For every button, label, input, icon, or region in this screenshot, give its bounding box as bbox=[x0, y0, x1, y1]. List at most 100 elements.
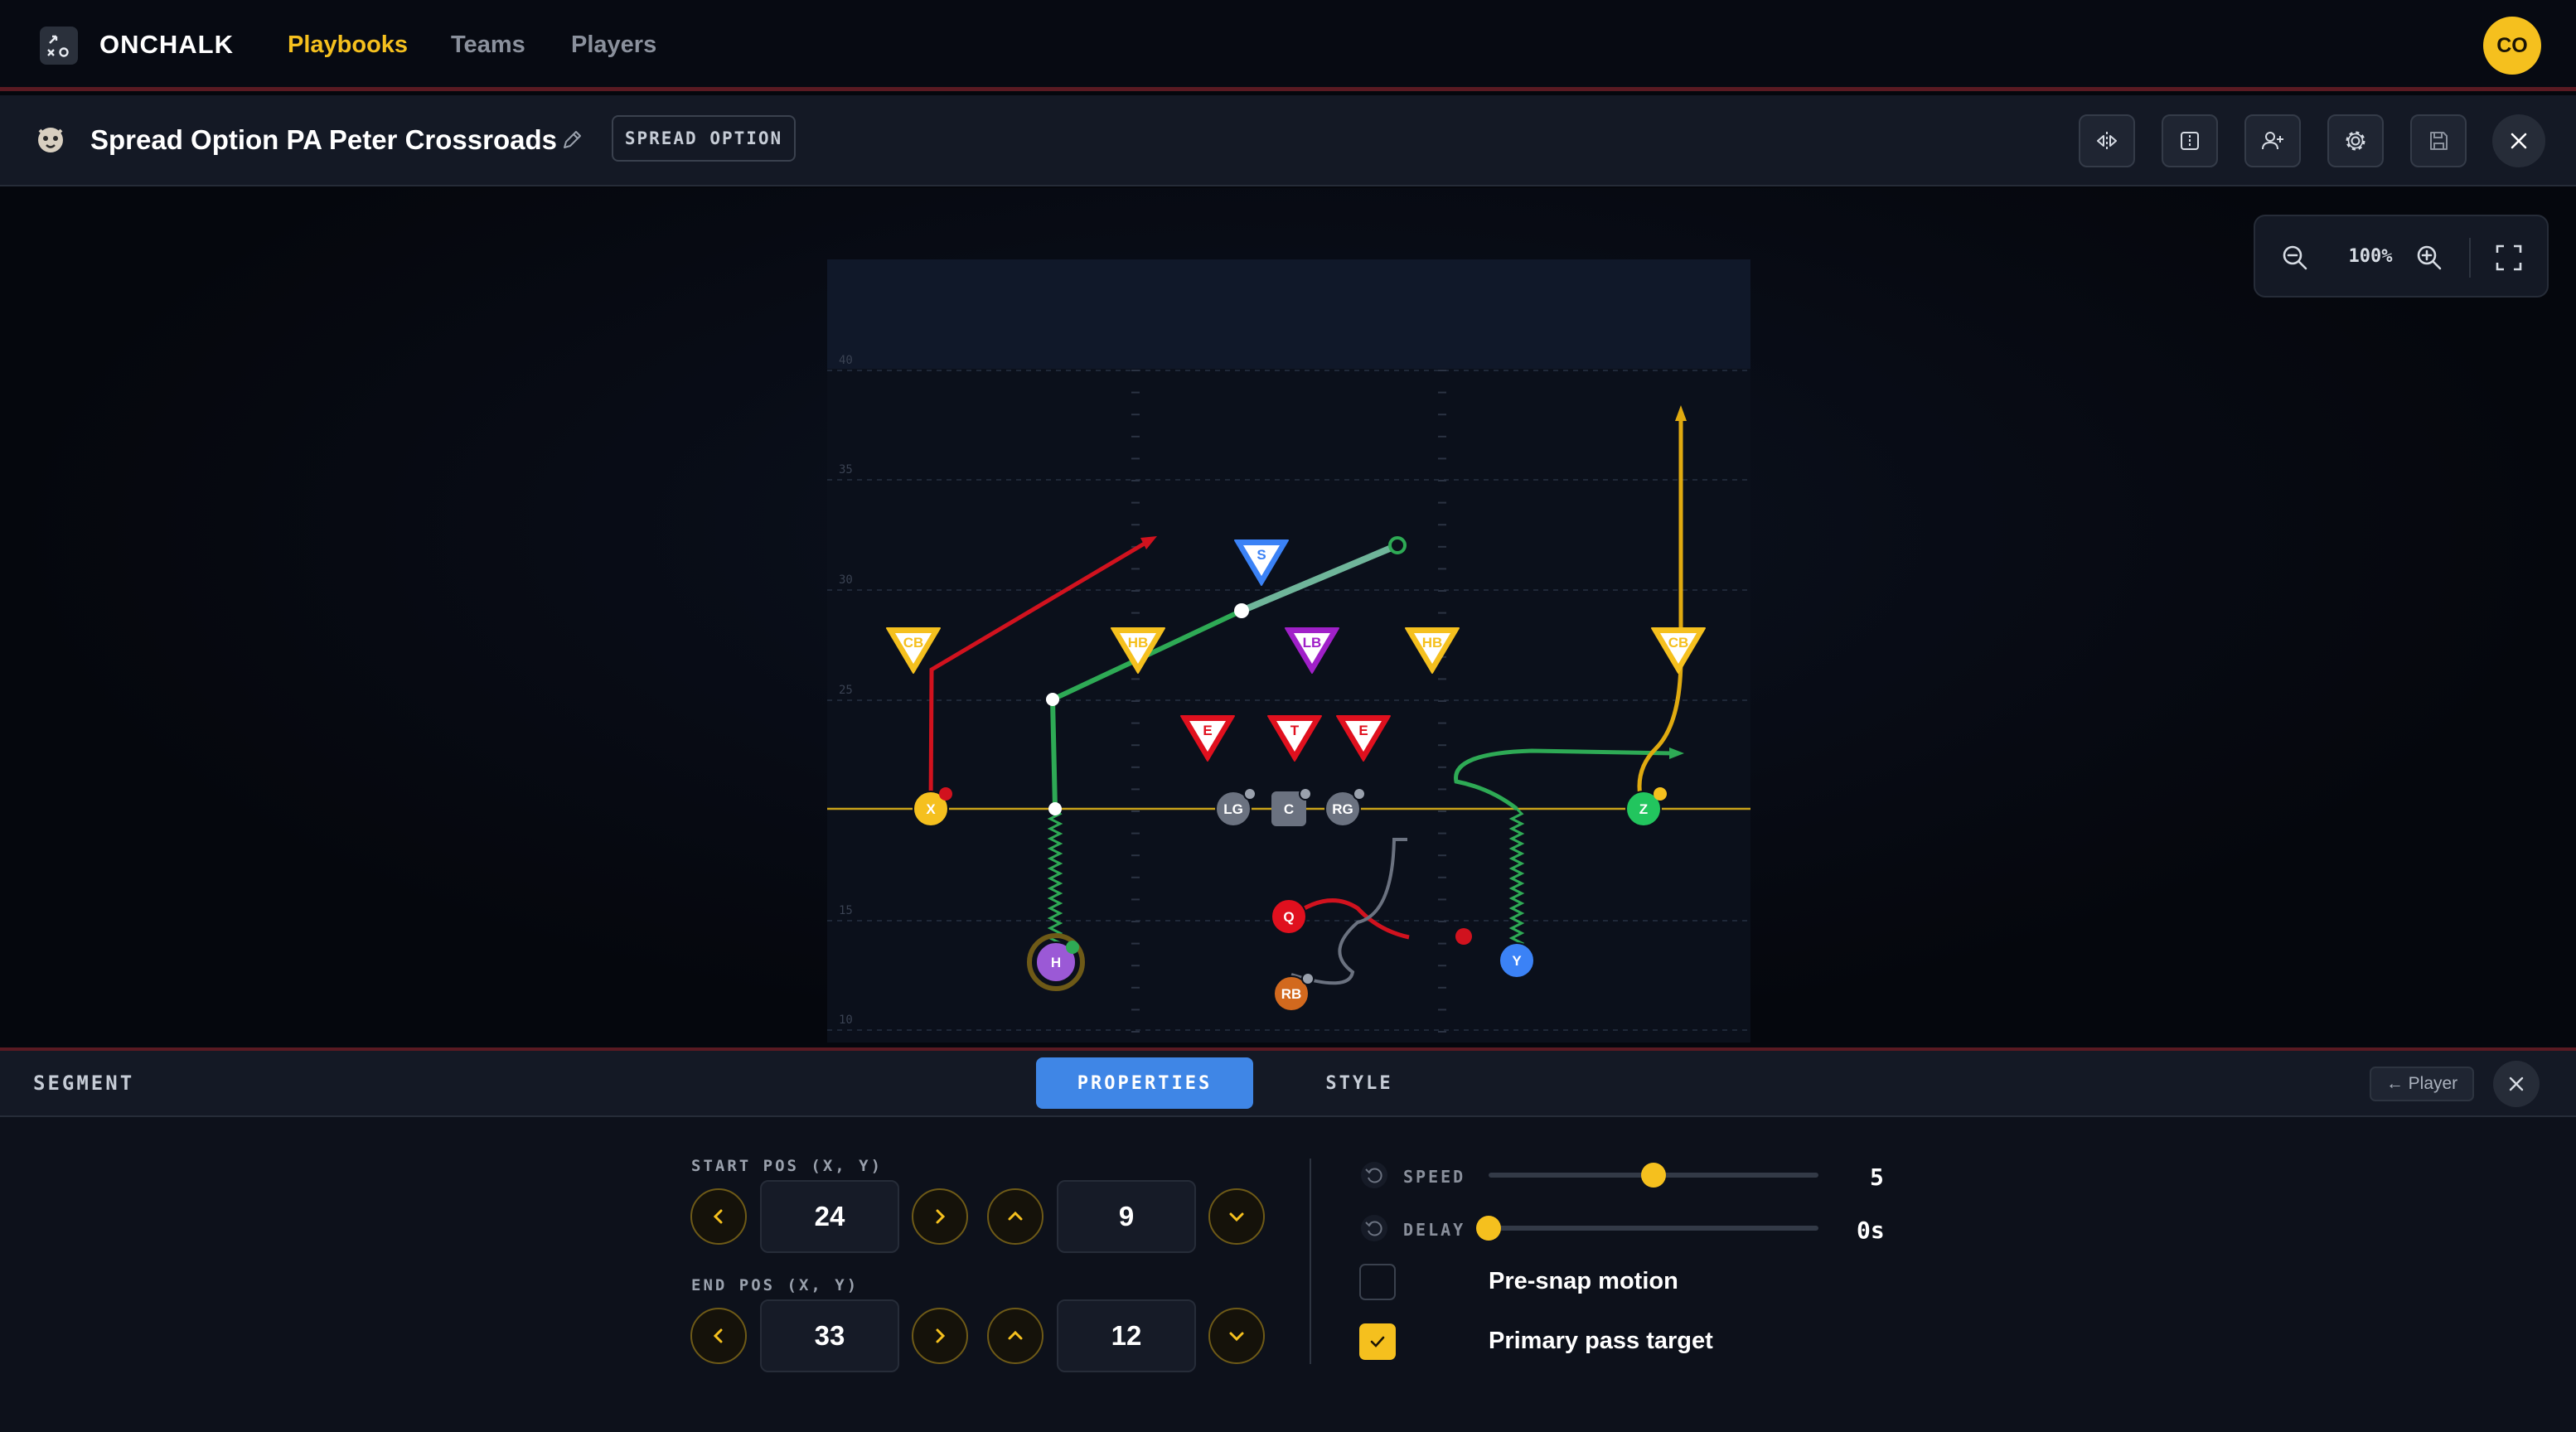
team-logo-icon bbox=[38, 128, 63, 152]
svg-text:E: E bbox=[1203, 723, 1212, 738]
end-x-decrement[interactable] bbox=[690, 1308, 747, 1364]
chevron-up-icon bbox=[1008, 1211, 1023, 1221]
yard-line-label: 35 bbox=[839, 463, 853, 477]
svg-text:E: E bbox=[1358, 723, 1368, 738]
end-y-decrement[interactable] bbox=[1208, 1308, 1265, 1364]
nav-playbooks[interactable]: Playbooks bbox=[288, 31, 408, 59]
formation-badge: SPREAD OPTION bbox=[612, 115, 796, 162]
block-badge bbox=[1243, 787, 1257, 801]
speed-value: 5 bbox=[1870, 1164, 1884, 1191]
svg-text:X: X bbox=[926, 801, 936, 817]
delay-value: 0s bbox=[1857, 1217, 1885, 1244]
end-x-increment[interactable] bbox=[912, 1308, 968, 1364]
delay-slider-thumb[interactable] bbox=[1476, 1216, 1501, 1241]
chevron-left-icon bbox=[713, 1328, 723, 1343]
tab-properties[interactable]: PROPERTIES bbox=[1036, 1057, 1253, 1109]
settings-button[interactable] bbox=[2327, 114, 2384, 167]
tab-style[interactable]: STYLE bbox=[1293, 1057, 1426, 1109]
fullscreen-icon[interactable] bbox=[2492, 241, 2525, 274]
yard-line-label: 10 bbox=[839, 1014, 853, 1027]
pre-snap-motion-label: Pre-snap motion bbox=[1489, 1268, 1678, 1294]
back-to-player-button[interactable]: ← Player bbox=[2370, 1067, 2474, 1101]
svg-text:LB: LB bbox=[1303, 635, 1322, 651]
primary-pass-target-checkbox[interactable] bbox=[1359, 1323, 1396, 1360]
start-x-increment[interactable] bbox=[912, 1188, 968, 1245]
svg-text:Y: Y bbox=[1512, 953, 1522, 969]
route-end-node bbox=[1455, 928, 1472, 945]
delay-slider-track[interactable] bbox=[1489, 1226, 1818, 1231]
close-panel-button[interactable] bbox=[2493, 1061, 2540, 1107]
end-y-increment[interactable] bbox=[987, 1308, 1043, 1364]
motion-badge bbox=[1066, 941, 1079, 954]
zoom-level: 100% bbox=[2348, 246, 2393, 267]
svg-text:S: S bbox=[1257, 547, 1266, 563]
zoom-out-icon[interactable] bbox=[2278, 241, 2312, 274]
svg-text:CB: CB bbox=[1668, 635, 1689, 651]
yard-line-label: 30 bbox=[839, 573, 853, 587]
end-y-field[interactable]: 12 bbox=[1057, 1299, 1196, 1372]
start-pos-label: START POS (X, Y) bbox=[691, 1157, 884, 1175]
pencil-icon[interactable] bbox=[559, 127, 585, 153]
pre-snap-motion-checkbox[interactable] bbox=[1359, 1264, 1396, 1300]
add-player-button[interactable] bbox=[2244, 114, 2301, 167]
svg-text:T: T bbox=[1290, 723, 1300, 738]
panel-header: SEGMENT PROPERTIES STYLE ← Player bbox=[0, 1051, 2576, 1117]
route-node[interactable] bbox=[1048, 802, 1062, 815]
close-icon bbox=[2509, 1076, 2524, 1091]
yard-line-label: 25 bbox=[839, 684, 853, 697]
onchalk-logo[interactable] bbox=[40, 27, 78, 65]
svg-text:HB: HB bbox=[1128, 635, 1149, 651]
svg-text:CB: CB bbox=[903, 635, 924, 651]
delay-label: DELAY bbox=[1403, 1220, 1466, 1240]
football-field[interactable]: 40 35 30 25 15 10 CB HBSLB HB CBE T E XHLG C … bbox=[827, 259, 1750, 1043]
chevron-left-icon bbox=[713, 1209, 723, 1224]
reset-delay-icon[interactable] bbox=[1359, 1213, 1389, 1243]
segment-panel: SEGMENT PROPERTIES STYLE ← Player START … bbox=[0, 1047, 2576, 1432]
user-avatar[interactable]: CO bbox=[2483, 17, 2541, 75]
yard-line-label: 15 bbox=[839, 904, 853, 917]
player-y[interactable]: Y bbox=[1499, 942, 1535, 979]
gear-icon bbox=[2346, 131, 2365, 151]
route-end-node[interactable] bbox=[1388, 536, 1407, 554]
nav-teams[interactable]: Teams bbox=[451, 31, 525, 59]
close-play-button[interactable] bbox=[2492, 114, 2545, 167]
yard-line-label: 40 bbox=[839, 354, 853, 367]
end-x-field[interactable]: 33 bbox=[760, 1299, 899, 1372]
close-icon bbox=[2511, 133, 2527, 149]
panel-divider bbox=[1310, 1159, 1311, 1364]
block-badge bbox=[1301, 972, 1315, 985]
svg-text:RG: RG bbox=[1332, 801, 1353, 817]
speed-slider-thumb[interactable] bbox=[1641, 1163, 1666, 1188]
chevron-down-icon bbox=[1229, 1212, 1244, 1222]
nav-players[interactable]: Players bbox=[571, 31, 656, 59]
svg-text:Q: Q bbox=[1283, 909, 1294, 925]
split-view-button[interactable] bbox=[2162, 114, 2218, 167]
play-canvas[interactable]: 40 35 30 25 15 10 CB HB S LB HB CB E T E… bbox=[0, 188, 2576, 1047]
play-header: Spread Option PA Peter Crossroads SPREAD… bbox=[0, 95, 2576, 186]
svg-text:C: C bbox=[1284, 801, 1294, 817]
add-player-icon bbox=[2262, 132, 2283, 150]
start-y-field[interactable]: 9 bbox=[1057, 1180, 1196, 1253]
flip-horizontal-icon bbox=[2097, 132, 2117, 150]
svg-text:HB: HB bbox=[1422, 635, 1443, 651]
route-badge bbox=[1654, 787, 1667, 801]
route-badge bbox=[939, 787, 952, 801]
reset-speed-icon[interactable] bbox=[1359, 1160, 1389, 1190]
start-y-decrement[interactable] bbox=[1208, 1188, 1265, 1245]
start-x-field[interactable]: 24 bbox=[760, 1180, 899, 1253]
divider bbox=[2469, 238, 2471, 278]
endzone-shade bbox=[827, 259, 1750, 369]
split-view-icon bbox=[2181, 132, 2199, 150]
zoom-in-icon[interactable] bbox=[2413, 241, 2446, 274]
svg-text:Z: Z bbox=[1639, 801, 1648, 817]
block-badge bbox=[1353, 787, 1366, 801]
chevron-up-icon bbox=[1008, 1330, 1023, 1340]
start-x-decrement[interactable] bbox=[690, 1188, 747, 1245]
flip-play-button[interactable] bbox=[2079, 114, 2135, 167]
route-node[interactable] bbox=[1234, 603, 1249, 618]
start-y-increment[interactable] bbox=[987, 1188, 1043, 1245]
route-node[interactable] bbox=[1046, 693, 1059, 706]
player-q[interactable]: Q bbox=[1271, 898, 1307, 935]
top-navigation: ONCHALK Playbooks Teams Players CO bbox=[0, 0, 2576, 91]
save-button[interactable] bbox=[2410, 114, 2467, 167]
